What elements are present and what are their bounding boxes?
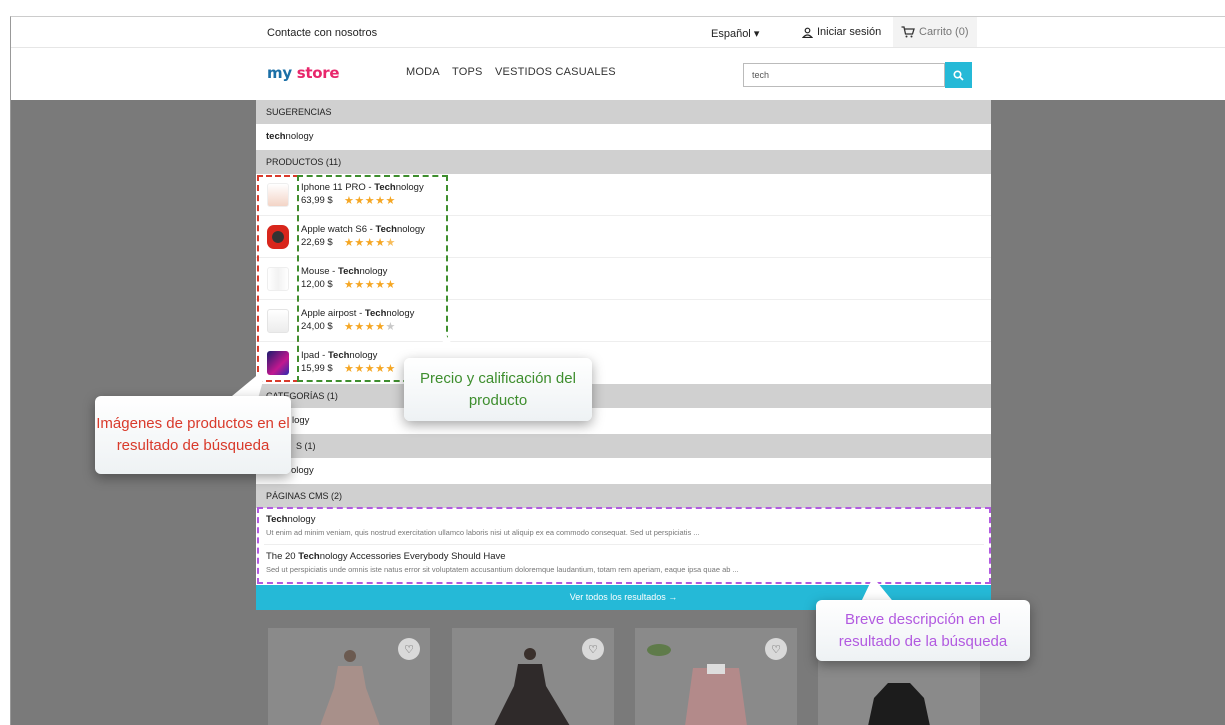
price-callout: Precio y calificación del producto (404, 358, 592, 421)
description-callout: Breve descripción en el resultado de la … (816, 600, 1030, 661)
images-callout: Imágenes de productos en el resultado de… (95, 396, 291, 474)
browser-viewport: Contacte con nosotros Español ▾ Iniciar … (10, 16, 1225, 725)
callout-pointers (226, 335, 896, 605)
